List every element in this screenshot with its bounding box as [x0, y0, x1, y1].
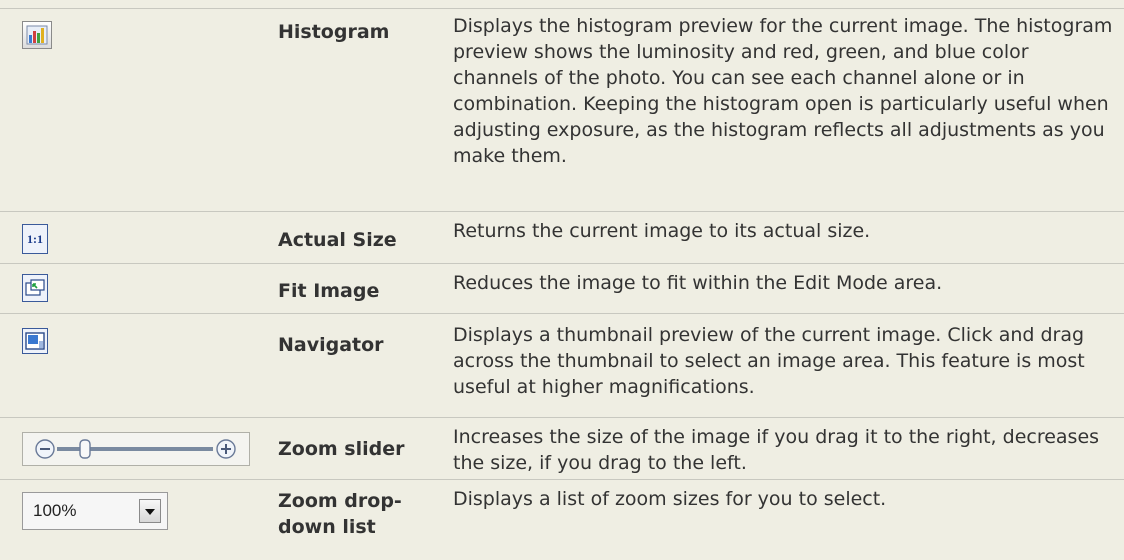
zoom-dropdown-value: 100%: [33, 501, 77, 520]
zoom-slider-icon[interactable]: [22, 432, 250, 466]
row-name: Zoom slider: [278, 438, 405, 460]
row-description: Returns the current image to its actual …: [453, 220, 871, 242]
fit-image-icon-cell: [22, 274, 48, 302]
histogram-icon[interactable]: [22, 21, 52, 49]
row-name: Fit Image: [278, 280, 380, 302]
table-row-actual-size: 1:1 Actual Size Returns the current imag…: [0, 212, 1124, 264]
navigator-icon-cell: [22, 328, 48, 354]
table-row-fit-image: Fit Image Reduces the image to fit withi…: [0, 264, 1124, 314]
zoom-dropdown-icon-cell: 100%: [22, 492, 168, 530]
row-description: Displays a thumbnail preview of the curr…: [453, 324, 1085, 398]
histogram-icon-cell: [22, 21, 52, 49]
row-description: Displays a list of zoom sizes for you to…: [453, 488, 887, 510]
row-name: Actual Size: [278, 229, 397, 251]
row-description: Reduces the image to fit within the Edit…: [453, 272, 943, 294]
table-row-zoom-dropdown: 100% Zoom drop-down list Displays a list…: [0, 480, 1124, 560]
row-description: Increases the size of the image if you d…: [453, 426, 1100, 474]
row-name: Navigator: [278, 334, 384, 356]
actual-size-icon[interactable]: 1:1: [22, 224, 48, 254]
fit-image-icon[interactable]: [22, 274, 48, 302]
row-name: Zoom drop-down list: [278, 490, 402, 538]
chevron-down-icon[interactable]: [139, 499, 161, 523]
navigator-icon[interactable]: [22, 328, 48, 354]
zoom-dropdown-icon[interactable]: 100%: [22, 492, 168, 530]
zoom-slider-icon-cell: [22, 432, 250, 466]
table-row-histogram: Histogram Displays the histogram preview…: [0, 8, 1124, 212]
actual-size-icon-label: 1:1: [27, 231, 43, 246]
row-name: Histogram: [278, 21, 390, 43]
actual-size-icon-cell: 1:1: [22, 224, 48, 254]
table-row-zoom-slider: Zoom slider Increases the size of the im…: [0, 418, 1124, 480]
row-description: Displays the histogram preview for the c…: [453, 15, 1113, 167]
table-row-navigator: Navigator Displays a thumbnail preview o…: [0, 314, 1124, 418]
